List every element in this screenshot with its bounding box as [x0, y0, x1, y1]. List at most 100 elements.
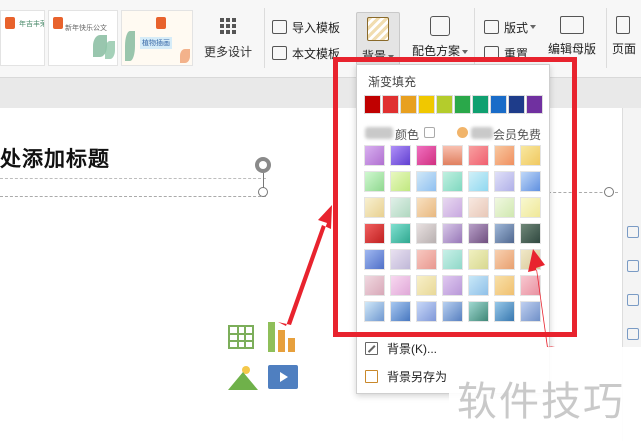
texture-swatch[interactable] — [390, 197, 411, 218]
texture-swatch[interactable] — [416, 197, 437, 218]
texture-swatch[interactable] — [364, 197, 385, 218]
texture-swatch[interactable] — [520, 145, 541, 166]
layout-button[interactable]: 版式 — [484, 17, 537, 37]
texture-swatch[interactable] — [468, 145, 489, 166]
text-template-button[interactable]: 本文模板 — [272, 43, 340, 63]
panel-tool-icon[interactable] — [627, 294, 639, 306]
texture-swatch[interactable] — [520, 249, 541, 270]
import-template-button[interactable]: 导入模板 — [272, 17, 340, 37]
edit-master-button[interactable]: 编辑母版 — [544, 12, 600, 72]
texture-swatch[interactable] — [416, 249, 437, 270]
texture-swatch[interactable] — [416, 301, 437, 322]
page-button[interactable]: 页面 — [612, 12, 641, 72]
texture-swatch[interactable] — [442, 171, 463, 192]
texture-swatch[interactable] — [468, 197, 489, 218]
texture-swatch[interactable] — [468, 171, 489, 192]
texture-swatch[interactable] — [494, 145, 515, 166]
texture-swatch[interactable] — [442, 223, 463, 244]
gradient-swatch[interactable] — [490, 95, 507, 114]
texture-swatch[interactable] — [494, 249, 515, 270]
texture-swatch[interactable] — [468, 249, 489, 270]
gradient-swatch[interactable] — [436, 95, 453, 114]
gradient-swatch[interactable] — [418, 95, 435, 114]
texture-swatch[interactable] — [416, 275, 437, 296]
background-settings-menu-item[interactable]: 背景(K)... — [365, 339, 437, 357]
gradient-swatch[interactable] — [382, 95, 399, 114]
texture-swatch[interactable] — [364, 171, 385, 192]
texture-swatch[interactable] — [390, 223, 411, 244]
texture-swatch[interactable] — [416, 145, 437, 166]
panel-tool-icon[interactable] — [627, 226, 639, 238]
texture-swatch[interactable] — [416, 171, 437, 192]
texture-swatch[interactable] — [364, 249, 385, 270]
texture-swatch[interactable] — [468, 223, 489, 244]
texture-swatch[interactable] — [364, 301, 385, 322]
layout-label: 版式 — [504, 20, 529, 35]
gradient-swatch[interactable] — [526, 95, 543, 114]
watermark-text: 软件技巧 — [457, 379, 625, 425]
gradient-swatch[interactable] — [364, 95, 381, 114]
ribbon-divider — [264, 8, 265, 68]
background-button[interactable]: 背景 — [356, 12, 400, 72]
texture-swatch[interactable] — [364, 223, 385, 244]
texture-swatch[interactable] — [442, 197, 463, 218]
vip-row: 颜色 会员免费 — [365, 125, 545, 143]
texture-swatch[interactable] — [494, 275, 515, 296]
texture-swatch[interactable] — [494, 197, 515, 218]
texture-swatch[interactable] — [494, 223, 515, 244]
color-scheme-button[interactable]: 配色方案 — [410, 12, 470, 72]
rotate-handle-icon[interactable] — [255, 157, 271, 173]
resize-handle[interactable] — [258, 187, 268, 197]
insert-video-icon[interactable] — [268, 365, 298, 389]
insert-picture-icon[interactable] — [228, 364, 258, 390]
gradient-swatch[interactable] — [400, 95, 417, 114]
import-template-icon — [272, 20, 287, 34]
checkbox-icon[interactable] — [424, 127, 435, 138]
text-template-label: 本文模板 — [292, 46, 341, 61]
panel-tool-icon[interactable] — [627, 260, 639, 272]
texture-swatch[interactable] — [390, 275, 411, 296]
template-caption: 植物插画 — [140, 37, 172, 49]
texture-swatch[interactable] — [442, 145, 463, 166]
texture-swatch[interactable] — [494, 171, 515, 192]
texture-swatch[interactable] — [390, 171, 411, 192]
flower-decoration-icon — [180, 49, 190, 63]
texture-swatch[interactable] — [442, 275, 463, 296]
texture-swatch[interactable] — [468, 301, 489, 322]
texture-swatch[interactable] — [416, 223, 437, 244]
texture-swatch[interactable] — [364, 145, 385, 166]
texture-swatch[interactable] — [494, 301, 515, 322]
slide-title[interactable]: 处添加标题 — [0, 143, 110, 173]
save-background-menu-item[interactable]: 背景另存为 — [365, 367, 447, 385]
more-colors-label[interactable]: 颜色 — [395, 126, 419, 143]
template-badge-icon — [53, 17, 63, 29]
reset-button[interactable]: 重置 — [484, 43, 528, 63]
texture-swatch[interactable] — [520, 171, 541, 192]
gradient-swatch[interactable] — [454, 95, 471, 114]
texture-swatch[interactable] — [520, 301, 541, 322]
resize-handle[interactable] — [604, 187, 614, 197]
texture-swatch[interactable] — [520, 275, 541, 296]
texture-swatch[interactable] — [468, 275, 489, 296]
text-template-icon — [272, 46, 287, 60]
template-thumbnail-2[interactable]: 新年快乐公文 — [48, 10, 118, 66]
gradient-swatch[interactable] — [508, 95, 525, 114]
texture-swatch[interactable] — [364, 275, 385, 296]
texture-swatch[interactable] — [390, 249, 411, 270]
gradient-swatch[interactable] — [472, 95, 489, 114]
more-design-button[interactable]: 更多设计 — [196, 12, 260, 66]
texture-swatch[interactable] — [520, 223, 541, 244]
insert-chart-icon[interactable] — [268, 322, 298, 352]
insert-table-icon[interactable] — [228, 325, 254, 349]
texture-swatch[interactable] — [442, 301, 463, 322]
texture-swatch[interactable] — [390, 301, 411, 322]
template-thumbnail-3[interactable]: 植物插画 — [121, 10, 193, 66]
texture-swatch[interactable] — [520, 197, 541, 218]
template-thumbnail-1[interactable]: 年吉丰荣公文 — [0, 10, 45, 66]
color-scheme-icon — [430, 16, 450, 36]
grid-icon — [220, 18, 236, 34]
background-settings-icon — [365, 341, 378, 355]
texture-swatch[interactable] — [390, 145, 411, 166]
texture-swatch[interactable] — [442, 249, 463, 270]
panel-tool-icon[interactable] — [627, 328, 639, 340]
